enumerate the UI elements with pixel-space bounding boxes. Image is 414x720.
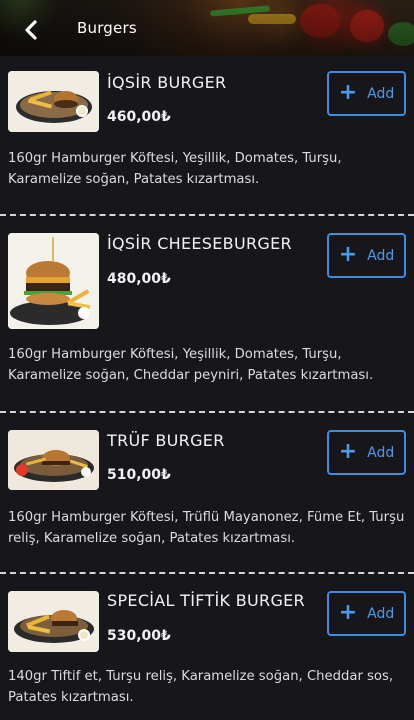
item-price: 460,00₺ <box>107 109 171 125</box>
item-price: 510,00₺ <box>107 467 171 483</box>
list-item: TRÜF BURGER 510,00₺ + Add 160gr Hamburge… <box>0 413 414 573</box>
list-item: SPECİAL TİFTİK BURGER 530,00₺ + Add 140g… <box>0 574 414 720</box>
add-label: Add <box>367 444 395 461</box>
item-description: 160gr Hamburger Köftesi, Trüflü Mayanone… <box>8 510 405 546</box>
plus-icon: + <box>338 599 358 625</box>
list-item: İQSİR CHEESEBURGER 480,00₺ + Add 160gr H… <box>0 216 414 412</box>
add-label: Add <box>367 605 395 622</box>
product-image[interactable] <box>8 71 99 132</box>
plus-icon: + <box>338 79 358 105</box>
item-description: 140gr Tiftif et, Turşu reliş, Karamelize… <box>8 669 394 705</box>
plus-icon: + <box>338 241 358 267</box>
add-button[interactable]: + Add <box>327 430 406 475</box>
plus-icon: + <box>338 438 358 464</box>
item-name: TRÜF BURGER <box>107 431 225 450</box>
item-name: İQSİR CHEESEBURGER <box>107 234 292 253</box>
header-banner: Burgers <box>0 0 414 56</box>
item-description: 160gr Hamburger Köftesi, Yeşillik, Domat… <box>8 151 342 187</box>
item-price: 530,00₺ <box>107 628 171 644</box>
chevron-left-icon <box>25 20 37 40</box>
add-button[interactable]: + Add <box>327 233 406 278</box>
product-image[interactable] <box>8 591 99 652</box>
add-button[interactable]: + Add <box>327 591 406 636</box>
product-image[interactable] <box>8 233 99 329</box>
add-button[interactable]: + Add <box>327 71 406 116</box>
product-image[interactable] <box>8 430 99 490</box>
item-name: İQSİR BURGER <box>107 73 227 92</box>
add-label: Add <box>367 247 395 264</box>
item-price: 480,00₺ <box>107 271 171 287</box>
list-item: İQSİR BURGER 460,00₺ + Add 160gr Hamburg… <box>0 56 414 216</box>
item-description: 160gr Hamburger Köftesi, Yeşillik, Domat… <box>8 347 374 383</box>
page-title: Burgers <box>77 19 137 37</box>
item-name: SPECİAL TİFTİK BURGER <box>107 591 305 610</box>
back-button[interactable] <box>18 16 44 44</box>
add-label: Add <box>367 85 395 102</box>
